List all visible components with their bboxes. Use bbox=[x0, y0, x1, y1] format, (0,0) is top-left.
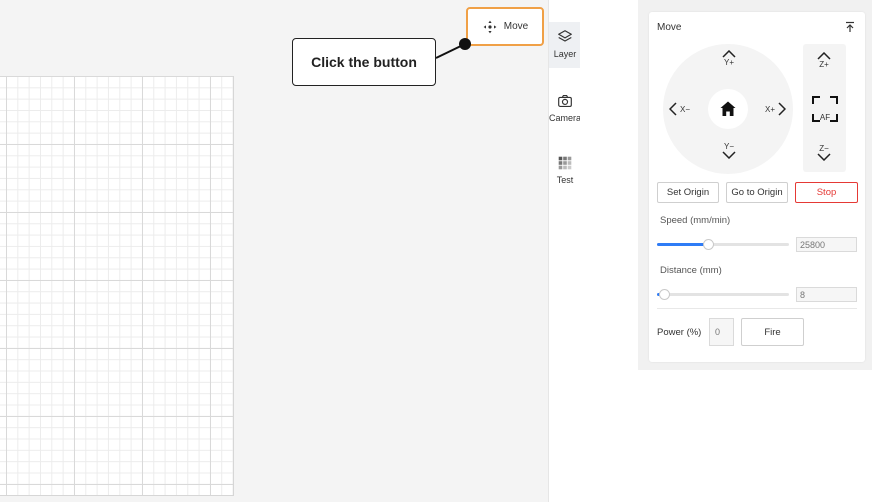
distance-input[interactable]: 8 bbox=[796, 287, 857, 302]
stop-button[interactable]: Stop bbox=[795, 182, 858, 203]
home-icon bbox=[720, 101, 736, 116]
tool-camera[interactable]: Camera bbox=[549, 86, 580, 132]
home-button[interactable] bbox=[708, 89, 748, 129]
chevron-down-icon bbox=[722, 151, 736, 159]
move-icon bbox=[483, 20, 497, 33]
z-plus-button[interactable]: Z+ bbox=[813, 52, 835, 69]
y-minus-button[interactable]: Y− bbox=[718, 142, 740, 159]
tool-layer[interactable]: Layer bbox=[549, 22, 580, 68]
tool-test[interactable]: Test bbox=[549, 148, 580, 194]
work-grid[interactable] bbox=[0, 76, 234, 496]
canvas-area[interactable] bbox=[0, 0, 548, 502]
x-plus-button[interactable]: X+ bbox=[765, 102, 787, 116]
x-plus-label: X+ bbox=[765, 104, 776, 114]
power-input[interactable]: 0 bbox=[709, 318, 734, 346]
tool-camera-label: Camera bbox=[549, 113, 580, 123]
autofocus-label: AF bbox=[819, 112, 831, 122]
layers-icon bbox=[558, 30, 572, 42]
fire-button[interactable]: Fire bbox=[741, 318, 804, 346]
z-plus-label: Z+ bbox=[819, 60, 829, 69]
callout-box: Click the button bbox=[292, 38, 436, 86]
speed-slider-fill bbox=[657, 243, 708, 246]
move-panel: Move Y+ Y− X− X+ Z+ AF Z− Set Origin Go … bbox=[649, 12, 865, 362]
xy-jog-pad: Y+ Y− X− X+ bbox=[663, 44, 793, 174]
grid-test-icon bbox=[558, 156, 572, 170]
chevron-left-icon bbox=[669, 102, 677, 116]
speed-input[interactable]: 25800 bbox=[796, 237, 857, 252]
tool-test-label: Test bbox=[556, 175, 574, 185]
z-minus-button[interactable]: Z− bbox=[813, 144, 835, 161]
chevron-up-icon bbox=[817, 52, 831, 60]
speed-label: Speed (mm/min) bbox=[660, 215, 731, 226]
tool-strip: Layer Camera Test bbox=[548, 0, 580, 502]
collapse-icon[interactable] bbox=[845, 21, 855, 33]
x-minus-label: X− bbox=[680, 104, 691, 114]
move-button-label: Move bbox=[503, 21, 529, 32]
tool-layer-label: Layer bbox=[553, 49, 577, 59]
distance-label: Distance (mm) bbox=[660, 265, 722, 276]
distance-slider-thumb[interactable] bbox=[659, 289, 670, 300]
panel-title: Move bbox=[657, 22, 682, 33]
main-workspace: Layer Camera Test bbox=[0, 0, 580, 502]
speed-slider-thumb[interactable] bbox=[703, 239, 714, 250]
app-window: Layer Camera Test Move Click the button … bbox=[0, 0, 872, 502]
y-plus-label: Y+ bbox=[723, 58, 734, 67]
set-origin-button[interactable]: Set Origin bbox=[657, 182, 719, 203]
y-minus-label: Y− bbox=[723, 142, 734, 151]
callout-text: Click the button bbox=[311, 54, 417, 70]
divider bbox=[657, 308, 857, 309]
speed-slider[interactable] bbox=[657, 239, 789, 250]
move-button[interactable]: Move bbox=[466, 7, 544, 46]
distance-slider[interactable] bbox=[657, 289, 789, 300]
camera-icon bbox=[558, 95, 572, 107]
y-plus-button[interactable]: Y+ bbox=[718, 50, 740, 67]
chevron-up-icon bbox=[722, 50, 736, 58]
go-to-origin-button[interactable]: Go to Origin bbox=[726, 182, 788, 203]
power-label: Power (%) bbox=[657, 327, 702, 338]
autofocus-button[interactable]: AF bbox=[811, 96, 839, 122]
move-panel-container: Move Y+ Y− X− X+ Z+ AF Z− Set Origin Go … bbox=[638, 0, 872, 370]
x-minus-button[interactable]: X− bbox=[669, 102, 690, 116]
z-axis-controls: Z+ AF Z− bbox=[803, 44, 846, 172]
z-minus-label: Z− bbox=[819, 144, 829, 153]
chevron-right-icon bbox=[778, 102, 787, 116]
chevron-down-icon bbox=[817, 153, 831, 161]
